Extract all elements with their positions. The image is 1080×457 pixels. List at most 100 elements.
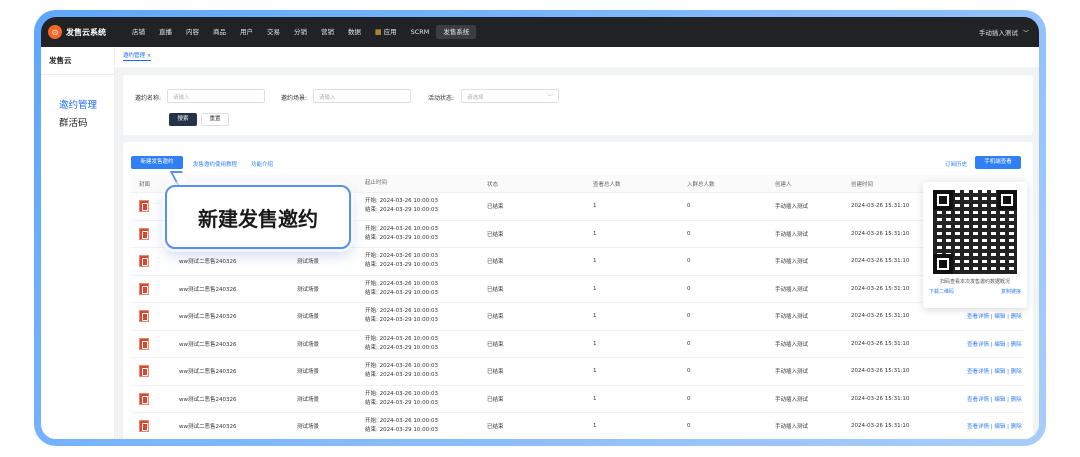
header-created-time: 创建时间 bbox=[851, 181, 874, 188]
table-row: ww测试二恶售240326 测试场景 开始: 2024-03-26 10:00:03… bbox=[131, 413, 1025, 439]
nav-item-scrm[interactable]: SCRM bbox=[404, 25, 437, 39]
nav-item-trade[interactable]: 交易 bbox=[260, 25, 287, 39]
cover-image bbox=[139, 303, 149, 330]
row-status: 已结束 bbox=[487, 259, 504, 266]
filter-panel: 邀约名称: 请输入 邀约场景: 请输入 活动状态: 请选择 ﹀ 搜索 重置 bbox=[123, 75, 1033, 135]
new-invitation-button[interactable]: 新建发售邀约 bbox=[131, 156, 183, 169]
row-creator: 手动插入测试 bbox=[775, 204, 809, 211]
row-name: ww测试二恶售240326 bbox=[179, 396, 237, 403]
row-name: ww测试二恶售240326 bbox=[179, 259, 237, 266]
row-created-time: 2024-03-26 15:31:10 bbox=[851, 368, 910, 375]
row-time: 开始: 2024-03-26 10:00:03 结束: 2024-03-29 10… bbox=[365, 193, 438, 220]
row-creator: 手动插入测试 bbox=[775, 341, 809, 348]
name-input[interactable]: 请输入 bbox=[167, 89, 265, 103]
row-time-start: 开始: 2024-03-26 10:00:03 bbox=[365, 198, 439, 205]
table-row: ww测试二恶售240326 测试场景 开始: 2024-03-26 10:00:03… bbox=[131, 386, 1025, 413]
row-creator: 手动插入测试 bbox=[775, 286, 809, 293]
row-time-end: 结束: 2024-03-29 10:00:03 bbox=[365, 427, 439, 434]
row-join-count: 0 bbox=[687, 285, 691, 292]
row-time-start: 开始: 2024-03-26 10:00:03 bbox=[365, 225, 439, 232]
cover-thumbnail bbox=[139, 392, 149, 405]
nav-item-marketing[interactable]: 营销 bbox=[314, 25, 341, 39]
history-link[interactable]: 订阅历史 bbox=[945, 160, 967, 168]
sidebar-title: 发售云 bbox=[41, 47, 114, 75]
row-time-end: 结束: 2024-03-29 10:00:03 bbox=[365, 372, 439, 379]
nav-item-content[interactable]: 内容 bbox=[179, 25, 206, 39]
row-time-end: 结束: 2024-03-29 10:00:03 bbox=[365, 399, 439, 406]
nav-item-distribution[interactable]: 分销 bbox=[287, 25, 314, 39]
row-view-count: 1 bbox=[593, 258, 597, 265]
mobile-view-button[interactable]: 手机端查看 bbox=[975, 156, 1021, 169]
row-time-end: 结束: 2024-03-29 10:00:03 bbox=[365, 262, 439, 269]
row-status: 已结束 bbox=[487, 424, 504, 431]
chevron-down-icon: ﹀ bbox=[1022, 30, 1029, 37]
row-scene: 测试场景 bbox=[297, 259, 320, 266]
nav-item-users[interactable]: 用户 bbox=[233, 25, 260, 39]
row-join-count: 0 bbox=[687, 340, 691, 347]
row-creator: 手动插入测试 bbox=[775, 396, 809, 403]
user-name: 手动插入测试 bbox=[978, 29, 1018, 37]
row-join-count: 0 bbox=[687, 313, 691, 320]
grid-icon: ▦ bbox=[375, 28, 382, 36]
qr-code-icon bbox=[933, 190, 1017, 274]
intro-link[interactable]: 功能介绍 bbox=[251, 160, 273, 168]
sidebar-item-invitation[interactable]: 邀约管理 bbox=[41, 97, 114, 115]
table-row: ww测试二恶售240326 测试场景 开始: 2024-03-26 10:00:03… bbox=[131, 358, 1025, 386]
row-actions[interactable]: 查看详情 | 编辑 | 删除 bbox=[967, 358, 1022, 385]
row-status: 已结束 bbox=[487, 286, 504, 293]
cover-thumbnail bbox=[139, 310, 149, 323]
row-time-start: 开始: 2024-03-26 10:00:03 bbox=[365, 280, 439, 287]
cover-image bbox=[139, 386, 149, 413]
row-time: 开始: 2024-03-26 10:00:03 结束: 2024-03-29 10… bbox=[365, 248, 438, 275]
cover-image bbox=[139, 413, 149, 439]
row-join-count: 0 bbox=[687, 423, 691, 430]
scene-label: 邀约场景: bbox=[281, 95, 308, 102]
row-time-end: 结束: 2024-03-29 10:00:03 bbox=[365, 317, 439, 324]
row-status: 已结束 bbox=[487, 396, 504, 403]
row-created-time: 2024-03-26 15:31:10 bbox=[851, 258, 910, 265]
cover-image bbox=[139, 331, 149, 358]
row-actions[interactable]: 查看详情 | 编辑 | 删除 bbox=[967, 413, 1022, 439]
breadcrumb-bar: 邀约管理 × bbox=[115, 47, 1039, 67]
row-scene: 测试场景 bbox=[297, 369, 320, 376]
header-status: 状态 bbox=[487, 181, 499, 188]
copy-link-link[interactable]: 复制链接 bbox=[1001, 288, 1021, 295]
nav-item-goods[interactable]: 商品 bbox=[206, 25, 233, 39]
cover-thumbnail bbox=[139, 365, 149, 378]
header-view-count: 查看总人数 bbox=[593, 181, 621, 188]
breadcrumb-tab[interactable]: 邀约管理 × bbox=[123, 51, 152, 61]
nav-item-apps[interactable]: ▦ 应用 bbox=[368, 25, 404, 39]
row-actions[interactable]: 查看详情 | 编辑 | 删除 bbox=[967, 386, 1022, 413]
row-created-time: 2024-03-26 15:31:10 bbox=[851, 203, 910, 210]
sidebar-item-group-code[interactable]: 群活码 bbox=[41, 115, 114, 133]
nav-item-live[interactable]: 直播 bbox=[152, 25, 179, 39]
nav-item-store[interactable]: 店铺 bbox=[125, 25, 152, 39]
nav-item-data[interactable]: 数据 bbox=[341, 25, 368, 39]
sidebar: 发售云 邀约管理 群活码 bbox=[41, 47, 115, 439]
status-select[interactable]: 请选择 ﹀ bbox=[461, 89, 559, 103]
status-label: 活动状态: bbox=[428, 95, 455, 102]
scene-input[interactable]: 请输入 bbox=[313, 89, 411, 103]
row-actions[interactable]: 查看详情 | 编辑 | 删除 bbox=[967, 331, 1022, 358]
row-created-time: 2024-03-26 15:31:10 bbox=[851, 230, 910, 237]
row-scene: 测试场景 bbox=[297, 424, 320, 431]
row-join-count: 0 bbox=[687, 368, 691, 375]
row-status: 已结束 bbox=[487, 341, 504, 348]
row-time-start: 开始: 2024-03-26 10:00:03 bbox=[365, 335, 439, 342]
row-name: ww测试二恶售240326 bbox=[179, 286, 237, 293]
download-qr-link[interactable]: 下载二维码 bbox=[929, 288, 954, 295]
table-row: ww测试二恶售240326 测试场景 开始: 2024-03-26 10:00:03… bbox=[131, 276, 1025, 303]
row-time-start: 开始: 2024-03-26 10:00:03 bbox=[365, 390, 439, 397]
cover-thumbnail bbox=[139, 337, 149, 350]
tutorial-link[interactable]: 发售邀约使用教程 bbox=[193, 160, 237, 168]
nav-item-sales-system[interactable]: 发售系统 bbox=[436, 25, 477, 39]
cover-image bbox=[139, 276, 149, 303]
row-time-end: 结束: 2024-03-29 10:00:03 bbox=[365, 207, 439, 214]
row-name: ww测试二恶售240326 bbox=[179, 341, 237, 348]
reset-button[interactable]: 重置 bbox=[201, 113, 229, 126]
row-view-count: 1 bbox=[593, 203, 597, 210]
search-button[interactable]: 搜索 bbox=[169, 113, 197, 126]
user-menu[interactable]: 手动插入测试 ﹀ bbox=[979, 27, 1029, 37]
top-nav-bar: ⊙ 发售云系统 店铺 直播 内容 商品 用户 交易 分销 营销 数据 ▦ 应用 S… bbox=[41, 17, 1039, 47]
app-logo[interactable]: ⊙ 发售云系统 bbox=[41, 25, 119, 39]
